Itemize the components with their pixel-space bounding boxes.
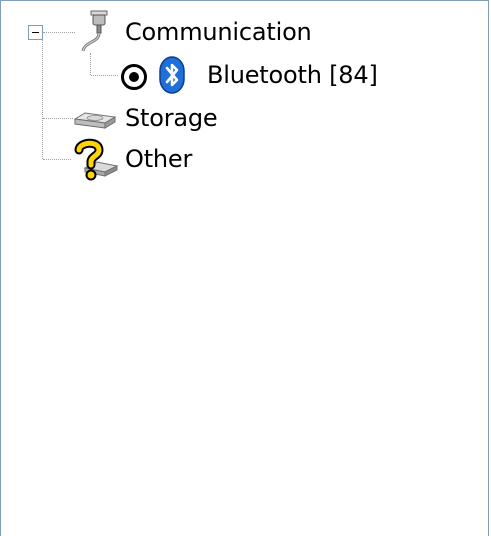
tree-line-other (43, 159, 71, 160)
tree-line-root (42, 40, 43, 159)
tree-item-label: Other (125, 145, 193, 173)
device-tree-panel: Communication Bluetooth [84] Storage Oth… (0, 0, 489, 536)
collapse-toggle-communication[interactable] (28, 25, 43, 40)
tree-item-label: Bluetooth [84] (207, 61, 378, 89)
storage-drive-icon (73, 109, 117, 131)
tree-item-label: Storage (125, 104, 218, 132)
device-tree: Communication Bluetooth [84] Storage Oth… (1, 1, 488, 536)
tree-line-bluetooth (91, 75, 118, 76)
tree-line-storage (43, 118, 73, 119)
tree-item-bluetooth[interactable]: Bluetooth [84] (119, 56, 378, 94)
tree-item-label: Communication (125, 18, 312, 46)
tree-item-other[interactable]: Other (71, 138, 193, 181)
bluetooth-icon (159, 56, 185, 94)
tree-line-communication (43, 32, 75, 33)
connector-plug-icon (75, 9, 115, 53)
tree-line-communication-children (90, 53, 91, 75)
tree-item-communication[interactable]: Communication (75, 10, 312, 52)
unknown-device-icon (71, 138, 119, 182)
tree-item-storage[interactable]: Storage (73, 103, 218, 133)
radio-selected-icon (119, 62, 149, 92)
